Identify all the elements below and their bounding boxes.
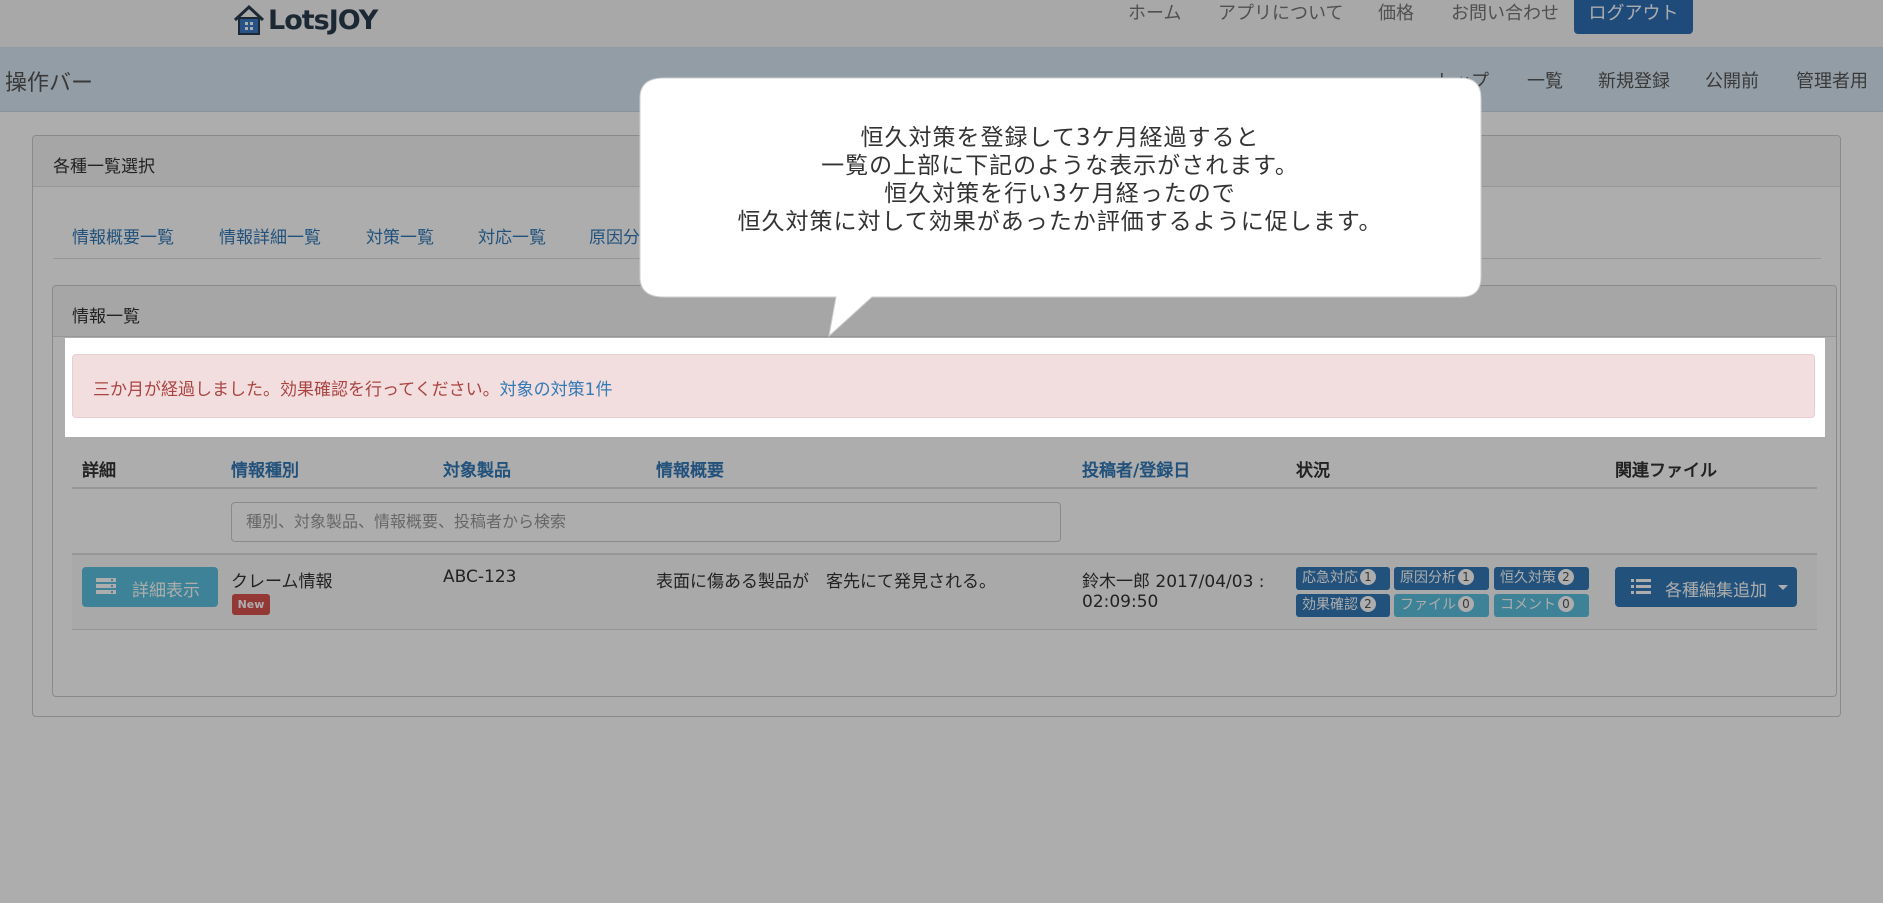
info-list-panel: 情報一覧 [52, 285, 1837, 697]
summary-cell: 表面に傷ある製品が 客先にて発見される。 [656, 572, 996, 592]
nav-contact[interactable]: お問い合わせ [1451, 0, 1559, 34]
nav-home[interactable]: ホーム [1128, 0, 1181, 34]
action-link-prepublish[interactable]: 公開前 [1705, 67, 1759, 93]
server-icon [96, 578, 116, 594]
info-list-header [53, 286, 1836, 337]
col-detail: 詳細 [82, 461, 116, 481]
three-month-alert: 三か月が経過しました。効果確認を行ってください。対象の対策1件 [72, 354, 1815, 418]
status-tag-file[interactable]: ファイル 0 [1394, 594, 1489, 617]
poster-date-cell: 鈴木一郎 2017/04/03 : [1082, 572, 1265, 592]
tab-info-summary[interactable]: 情報概要一覧 [72, 223, 174, 248]
action-bar: 操作バー トップ 一覧 新規登録 公開前 管理者用 [0, 47, 1883, 112]
header-divider [72, 487, 1817, 489]
search-box [231, 502, 1061, 542]
nav-about-app[interactable]: アプリについて [1218, 0, 1343, 34]
col-info-type[interactable]: 情報種別 [231, 456, 299, 481]
col-summary[interactable]: 情報概要 [656, 456, 724, 481]
alert-target-link[interactable]: 対象の対策1件 [500, 380, 613, 400]
brand-logo[interactable]: LotsJOY [232, 3, 378, 37]
action-link-list[interactable]: 一覧 [1527, 67, 1563, 93]
callout-line-4: 恒久対策に対して効果があったか評価するように促します。 [737, 209, 1383, 235]
detail-view-label: 詳細表示 [132, 581, 200, 601]
action-link-top[interactable]: トップ [1435, 67, 1489, 93]
status-tag-comment[interactable]: コメント 0 [1494, 594, 1589, 617]
action-link-admin[interactable]: 管理者用 [1796, 67, 1868, 93]
post-time-cell: 02:09:50 [1082, 592, 1159, 612]
status-tag-effect[interactable]: 効果確認 2 [1296, 594, 1390, 617]
alert-message: 三か月が経過しました。効果確認を行ってください。 [93, 380, 500, 400]
col-related-files: 関連ファイル [1615, 461, 1717, 481]
search-input[interactable] [232, 503, 1046, 539]
callout-line-3: 恒久対策を行い3ケ月経ったので [884, 181, 1236, 207]
callout-line-1: 恒久対策を登録して3ケ月経過すると [860, 125, 1260, 151]
caret-down-icon [1778, 585, 1788, 590]
count-badge: 2 [1558, 569, 1574, 585]
brand-name: LotsJOY [268, 4, 378, 36]
status-tag-emergency[interactable]: 応急対応 1 [1296, 567, 1390, 590]
nav-pricing[interactable]: 価格 [1378, 0, 1414, 34]
product-cell: ABC-123 [443, 567, 517, 587]
col-product[interactable]: 対象製品 [443, 456, 511, 481]
count-badge: 0 [1558, 596, 1574, 612]
col-poster-date[interactable]: 投稿者/登録日 [1082, 456, 1190, 481]
top-navbar: LotsJOY ホーム アプリについて 価格 お問い合わせ ログアウト [0, 0, 1883, 48]
action-link-new[interactable]: 新規登録 [1598, 67, 1670, 93]
house-icon [233, 4, 265, 35]
list-select-title: 各種一覧選択 [53, 157, 155, 177]
edit-add-dropdown-button[interactable]: 各種編集追加 [1615, 567, 1797, 607]
tab-responses[interactable]: 対応一覧 [478, 223, 546, 248]
tab-info-detail[interactable]: 情報詳細一覧 [219, 223, 321, 248]
status-tag-permanent[interactable]: 恒久対策 2 [1494, 567, 1589, 590]
tab-measures[interactable]: 対策一覧 [366, 223, 434, 248]
count-badge: 1 [1458, 569, 1474, 585]
count-badge: 1 [1360, 569, 1376, 585]
callout-text: 恒久対策を登録して3ケ月経過すると 一覧の上部に下記のような表示がされます。 恒… [640, 124, 1480, 236]
count-badge: 0 [1458, 596, 1474, 612]
logout-button[interactable]: ログアウト [1574, 0, 1693, 34]
edit-add-label: 各種編集追加 [1665, 581, 1767, 601]
tab-cause-analysis[interactable]: 原因分 [589, 223, 640, 248]
list-icon [1631, 579, 1651, 594]
info-list-title: 情報一覧 [72, 307, 140, 327]
tabs-divider [53, 258, 1821, 259]
new-badge: New [232, 594, 270, 615]
action-bar-title: 操作バー [5, 71, 94, 96]
info-type-cell: クレーム情報 [231, 572, 333, 592]
col-status: 状況 [1296, 461, 1330, 481]
callout-line-2: 一覧の上部に下記のような表示がされます。 [821, 153, 1299, 179]
detail-view-button[interactable]: 詳細表示 [82, 567, 218, 607]
status-tag-cause[interactable]: 原因分析 1 [1394, 567, 1489, 590]
count-badge: 2 [1360, 596, 1376, 612]
